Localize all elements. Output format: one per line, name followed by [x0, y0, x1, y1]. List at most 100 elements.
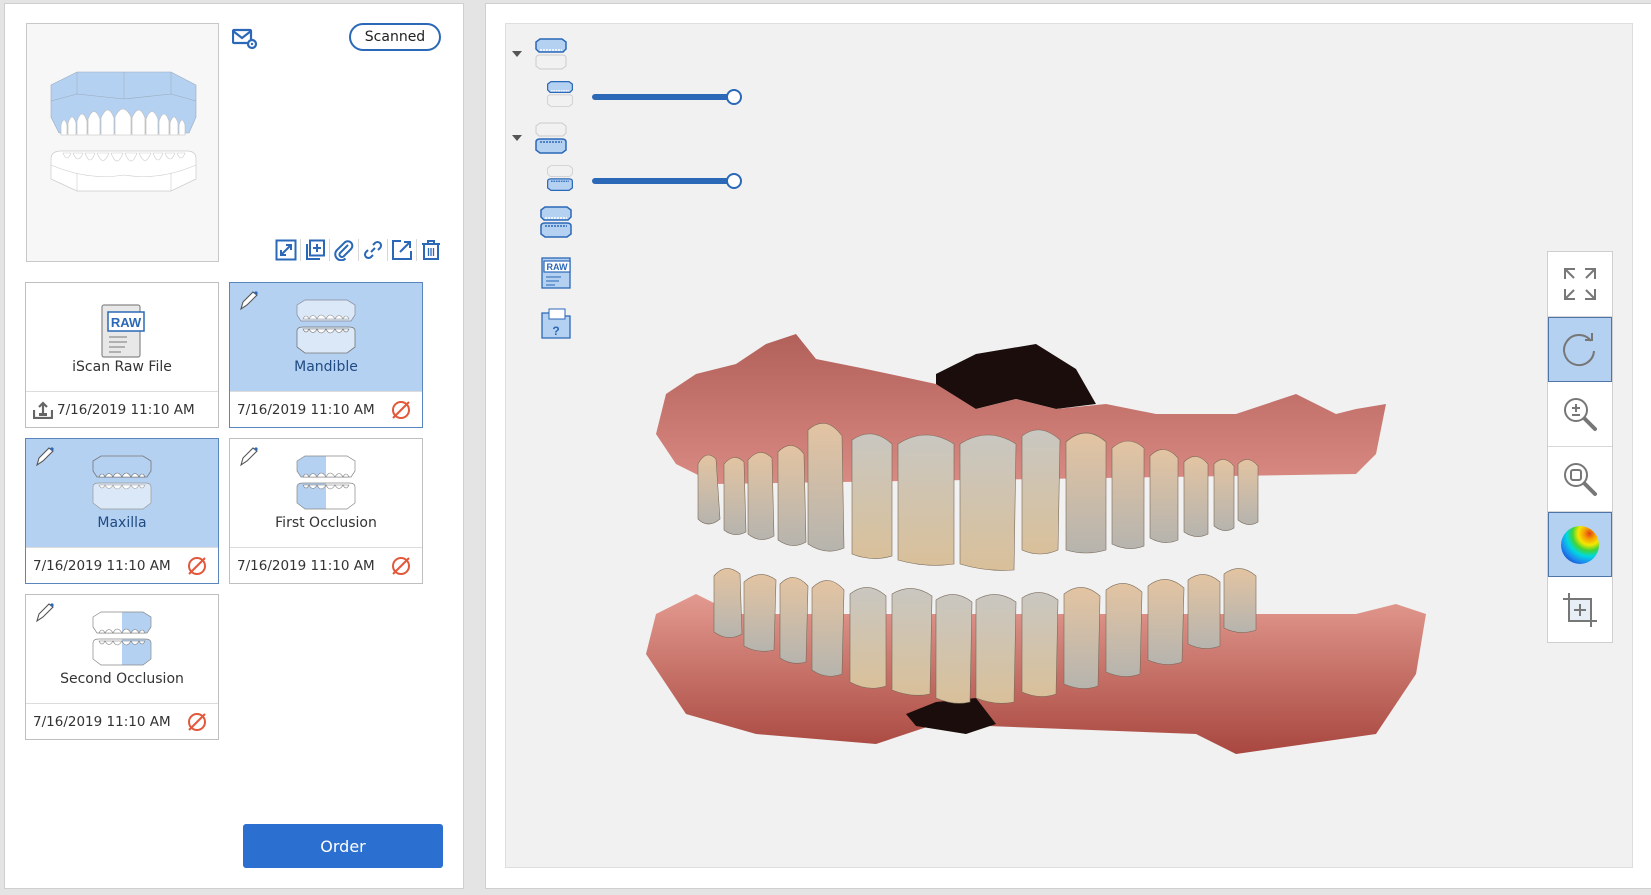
card-mandible[interactable]: Mandible 7/16/2019 11:10 AM	[229, 282, 423, 428]
slider-thumb[interactable]	[726, 173, 742, 189]
scanner-icon	[36, 447, 54, 467]
upper-jaw-layer-icon[interactable]	[534, 38, 568, 70]
mail-settings-icon	[231, 28, 258, 50]
color-map-button[interactable]	[1548, 512, 1612, 577]
zoom-icon	[1564, 398, 1597, 431]
divider	[300, 239, 301, 261]
link-button[interactable]	[360, 237, 386, 263]
arch-preview	[26, 23, 219, 262]
lower-opacity-slider[interactable]	[592, 173, 742, 189]
attach-icon	[334, 240, 354, 261]
color-map-icon	[1561, 525, 1599, 564]
card-timestamp: 7/16/2019 11:10 AM	[237, 557, 375, 574]
card-timestamp: 7/16/2019 11:10 AM	[33, 713, 171, 730]
cancel-icon[interactable]	[390, 555, 412, 577]
cancel-icon[interactable]	[186, 555, 208, 577]
order-button[interactable]: Order	[243, 824, 443, 868]
zoom-window-button[interactable]	[1548, 447, 1612, 512]
rotate-button[interactable]	[1548, 317, 1612, 382]
expand-icon	[275, 239, 297, 261]
card-body: RAW iScan Raw File	[26, 283, 218, 392]
3d-viewport[interactable]: RAW ?	[505, 23, 1633, 868]
layer-group-upper	[512, 38, 568, 70]
export-icon	[392, 240, 412, 260]
card-timestamp: 7/16/2019 11:10 AM	[33, 557, 171, 574]
case-panel: Scanned RAW iScan Raw File 7/16/2019 11:…	[4, 3, 464, 889]
divider	[358, 239, 359, 261]
layer-item-unknown: ?	[539, 307, 573, 339]
divider	[387, 239, 388, 261]
viewer-panel: RAW ?	[485, 3, 1651, 889]
fit-view-button[interactable]	[1548, 252, 1612, 317]
upload-icon[interactable]	[33, 400, 53, 419]
both-jaws-icon[interactable]	[539, 206, 573, 238]
add-copy-button[interactable]	[302, 237, 328, 263]
cancel-icon[interactable]	[186, 711, 208, 733]
slider-thumb[interactable]	[726, 89, 742, 105]
expand-button[interactable]	[273, 237, 299, 263]
dental-3d-model[interactable]	[636, 314, 1456, 794]
card-footer: 7/16/2019 11:10 AM	[26, 391, 218, 427]
svg-text:?: ?	[552, 324, 559, 338]
zoom-window-icon	[1564, 463, 1597, 496]
card-body: First Occlusion	[230, 439, 422, 548]
layer-item-lower	[546, 164, 574, 192]
scanner-icon	[240, 291, 258, 311]
scanner-icon	[240, 447, 258, 467]
svg-text:RAW: RAW	[111, 315, 142, 330]
upper-jaw-icon[interactable]	[546, 80, 574, 108]
crop-icon	[1563, 592, 1597, 627]
card-footer: 7/16/2019 11:10 AM	[230, 547, 422, 583]
maxilla-icon	[92, 455, 152, 510]
delete-icon	[422, 240, 440, 260]
card-first-occlusion[interactable]: First Occlusion 7/16/2019 11:10 AM	[229, 438, 423, 584]
card-footer: 7/16/2019 11:10 AM	[230, 391, 422, 427]
card-footer: 7/16/2019 11:10 AM	[26, 547, 218, 583]
lower-jaw-icon[interactable]	[546, 164, 574, 192]
divider	[416, 239, 417, 261]
card-body: Mandible	[230, 283, 422, 392]
rotate-icon	[1563, 332, 1595, 366]
layer-group-lower	[512, 122, 568, 154]
delete-button[interactable]	[418, 237, 444, 263]
case-action-bar	[273, 237, 444, 263]
fit-view-icon	[1564, 268, 1596, 300]
scanner-icon	[36, 603, 54, 623]
arch-diagram-icon	[50, 71, 197, 192]
help-folder-icon[interactable]: ?	[539, 307, 573, 339]
expand-arrow-icon[interactable]	[512, 51, 522, 57]
slider-track	[592, 94, 734, 100]
card-timestamp: 7/16/2019 11:10 AM	[57, 401, 195, 418]
attach-button[interactable]	[331, 237, 357, 263]
cancel-icon[interactable]	[390, 399, 412, 421]
card-label: Maxilla	[97, 515, 147, 531]
card-timestamp: 7/16/2019 11:10 AM	[237, 401, 375, 418]
card-label: First Occlusion	[275, 515, 377, 531]
view-toolbar	[1547, 251, 1613, 643]
card-second-occlusion[interactable]: Second Occlusion 7/16/2019 11:10 AM	[25, 594, 219, 740]
layer-item-raw: RAW	[539, 257, 573, 289]
mail-settings-button[interactable]	[231, 28, 258, 50]
lower-jaw-layer-icon[interactable]	[534, 122, 568, 154]
status-badge: Scanned	[349, 23, 441, 51]
first-occlusion-icon	[296, 455, 356, 510]
upper-opacity-slider[interactable]	[592, 89, 742, 105]
raw-file-icon: RAW	[101, 304, 145, 358]
raw-layer-icon[interactable]: RAW	[539, 257, 573, 289]
add-copy-icon	[306, 239, 325, 260]
expand-arrow-icon[interactable]	[512, 135, 522, 141]
card-label: Mandible	[294, 359, 358, 375]
second-occlusion-icon	[92, 611, 152, 666]
export-button[interactable]	[389, 237, 415, 263]
card-maxilla[interactable]: Maxilla 7/16/2019 11:10 AM	[25, 438, 219, 584]
card-label: iScan Raw File	[72, 359, 172, 375]
card-label: Second Occlusion	[60, 671, 184, 687]
card-iscan-raw-file[interactable]: RAW iScan Raw File 7/16/2019 11:10 AM	[25, 282, 219, 428]
card-body: Second Occlusion	[26, 595, 218, 704]
zoom-button[interactable]	[1548, 382, 1612, 447]
layer-item-upper	[546, 80, 574, 108]
divider	[329, 239, 330, 261]
card-footer: 7/16/2019 11:10 AM	[26, 703, 218, 739]
crop-button[interactable]	[1548, 577, 1612, 642]
mandible-icon	[296, 299, 356, 354]
